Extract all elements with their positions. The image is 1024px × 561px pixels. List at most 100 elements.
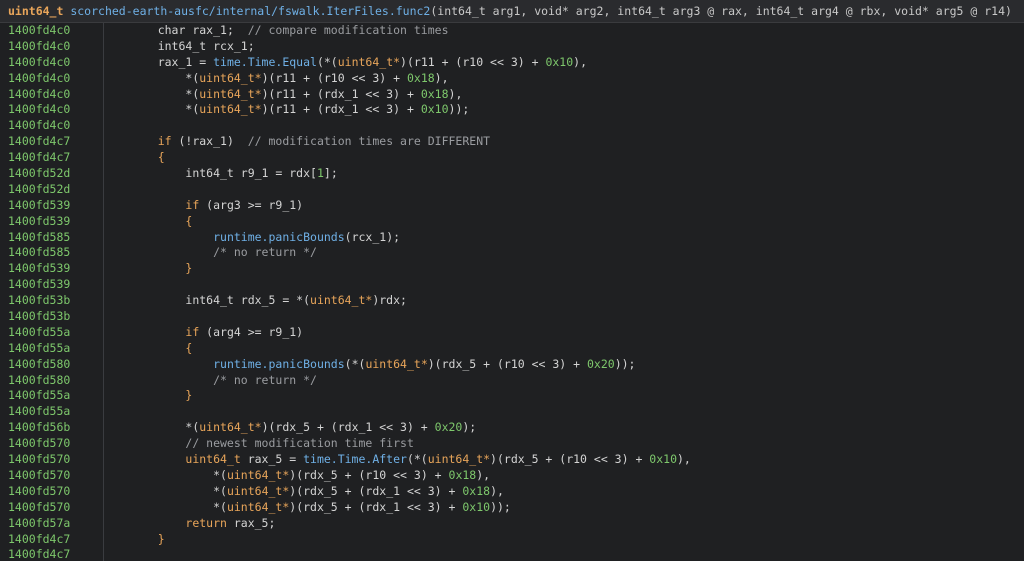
line-code[interactable]: *(uint64_t*)(r11 + (rdx_1 << 3) + 0x10))… — [118, 102, 1024, 118]
code-line[interactable]: 1400fd55a { — [0, 341, 1024, 357]
code-line[interactable]: 1400fd4c0 — [0, 118, 1024, 134]
line-address[interactable]: 1400fd539 — [0, 277, 118, 293]
code-line[interactable]: 1400fd570 // newest modification time fi… — [0, 436, 1024, 452]
line-address[interactable]: 1400fd4c0 — [0, 102, 118, 118]
line-address[interactable]: 1400fd4c0 — [0, 118, 118, 134]
code-line[interactable]: 1400fd580 /* no return */ — [0, 373, 1024, 389]
line-code[interactable]: int64_t r9_1 = rdx[1]; — [118, 166, 1024, 182]
line-address[interactable]: 1400fd55a — [0, 404, 118, 420]
line-address[interactable]: 1400fd57a — [0, 516, 118, 532]
code-line[interactable]: 1400fd580 runtime.panicBounds(*(uint64_t… — [0, 357, 1024, 373]
line-code[interactable]: int64_t rdx_5 = *(uint64_t*)rdx; — [118, 293, 1024, 309]
line-code[interactable]: *(uint64_t*)(rdx_5 + (rdx_1 << 3) + 0x10… — [118, 500, 1024, 516]
line-address[interactable]: 1400fd539 — [0, 261, 118, 277]
line-code[interactable]: { — [118, 341, 1024, 357]
decompiled-code-view[interactable]: 1400fd4c0 char rax_1; // compare modific… — [0, 23, 1024, 561]
line-address[interactable]: 1400fd4c0 — [0, 71, 118, 87]
line-address[interactable]: 1400fd4c0 — [0, 23, 118, 39]
line-code[interactable]: char rax_1; // compare modification time… — [118, 23, 1024, 39]
line-address[interactable]: 1400fd570 — [0, 452, 118, 468]
code-line[interactable]: 1400fd52d — [0, 182, 1024, 198]
line-address[interactable]: 1400fd4c7 — [0, 150, 118, 166]
line-address[interactable]: 1400fd570 — [0, 500, 118, 516]
line-code[interactable]: *(uint64_t*)(r11 + (r10 << 3) + 0x18), — [118, 71, 1024, 87]
code-line[interactable]: 1400fd56b *(uint64_t*)(rdx_5 + (rdx_1 <<… — [0, 420, 1024, 436]
code-line[interactable]: 1400fd539 } — [0, 261, 1024, 277]
line-address[interactable]: 1400fd4c7 — [0, 134, 118, 150]
line-address[interactable]: 1400fd4c0 — [0, 39, 118, 55]
line-code[interactable]: if (arg4 >= r9_1) — [118, 325, 1024, 341]
line-address[interactable]: 1400fd55a — [0, 325, 118, 341]
code-line[interactable]: 1400fd4c7 if (!rax_1) // modification ti… — [0, 134, 1024, 150]
line-code[interactable] — [118, 182, 1024, 198]
line-address[interactable]: 1400fd4c0 — [0, 55, 118, 71]
code-line[interactable]: 1400fd4c0 char rax_1; // compare modific… — [0, 23, 1024, 39]
line-address[interactable]: 1400fd53b — [0, 309, 118, 325]
line-code[interactable]: return rax_5; — [118, 516, 1024, 532]
line-address[interactable]: 1400fd52d — [0, 182, 118, 198]
code-line[interactable]: 1400fd4c0 *(uint64_t*)(r11 + (r10 << 3) … — [0, 71, 1024, 87]
line-code[interactable]: } — [118, 532, 1024, 548]
code-line[interactable]: 1400fd4c7 — [0, 547, 1024, 561]
line-code[interactable]: /* no return */ — [118, 245, 1024, 261]
line-code[interactable] — [118, 118, 1024, 134]
code-line[interactable]: 1400fd4c0 *(uint64_t*)(r11 + (rdx_1 << 3… — [0, 102, 1024, 118]
line-address[interactable]: 1400fd539 — [0, 214, 118, 230]
code-line[interactable]: 1400fd53b — [0, 309, 1024, 325]
code-line[interactable]: 1400fd4c0 int64_t rcx_1; — [0, 39, 1024, 55]
line-address[interactable]: 1400fd580 — [0, 373, 118, 389]
line-address[interactable]: 1400fd570 — [0, 468, 118, 484]
function-name[interactable]: scorched-earth-ausfc/internal/fswalk.Ite… — [70, 4, 430, 18]
line-code[interactable]: runtime.panicBounds(*(uint64_t*)(rdx_5 +… — [118, 357, 1024, 373]
code-line[interactable]: 1400fd570 *(uint64_t*)(rdx_5 + (rdx_1 <<… — [0, 484, 1024, 500]
line-code[interactable]: *(uint64_t*)(rdx_5 + (rdx_1 << 3) + 0x18… — [118, 484, 1024, 500]
line-address[interactable]: 1400fd4c7 — [0, 532, 118, 548]
code-line[interactable]: 1400fd55a } — [0, 388, 1024, 404]
code-line[interactable]: 1400fd4c7 { — [0, 150, 1024, 166]
code-line[interactable]: 1400fd55a — [0, 404, 1024, 420]
code-line[interactable]: 1400fd570 uint64_t rax_5 = time.Time.Aft… — [0, 452, 1024, 468]
line-code[interactable]: } — [118, 388, 1024, 404]
line-address[interactable]: 1400fd539 — [0, 198, 118, 214]
line-code[interactable] — [118, 277, 1024, 293]
line-code[interactable]: int64_t rcx_1; — [118, 39, 1024, 55]
line-address[interactable]: 1400fd53b — [0, 293, 118, 309]
line-code[interactable] — [118, 309, 1024, 325]
line-address[interactable]: 1400fd580 — [0, 357, 118, 373]
line-code[interactable]: { — [118, 150, 1024, 166]
line-code[interactable]: runtime.panicBounds(rcx_1); — [118, 230, 1024, 246]
line-address[interactable]: 1400fd585 — [0, 245, 118, 261]
code-line[interactable]: 1400fd539 if (arg3 >= r9_1) — [0, 198, 1024, 214]
line-address[interactable]: 1400fd55a — [0, 341, 118, 357]
line-code[interactable] — [118, 404, 1024, 420]
line-address[interactable]: 1400fd55a — [0, 388, 118, 404]
code-line[interactable]: 1400fd57a return rax_5; — [0, 516, 1024, 532]
code-line[interactable]: 1400fd539 { — [0, 214, 1024, 230]
line-code[interactable]: *(uint64_t*)(rdx_5 + (r10 << 3) + 0x18), — [118, 468, 1024, 484]
code-line[interactable]: 1400fd570 *(uint64_t*)(rdx_5 + (rdx_1 <<… — [0, 500, 1024, 516]
line-address[interactable]: 1400fd52d — [0, 166, 118, 182]
line-code[interactable]: if (arg3 >= r9_1) — [118, 198, 1024, 214]
line-code[interactable]: *(uint64_t*)(rdx_5 + (rdx_1 << 3) + 0x20… — [118, 420, 1024, 436]
line-code[interactable]: if (!rax_1) // modification times are DI… — [118, 134, 1024, 150]
code-line[interactable]: 1400fd55a if (arg4 >= r9_1) — [0, 325, 1024, 341]
return-type[interactable]: uint64_t — [8, 4, 63, 18]
line-address[interactable]: 1400fd56b — [0, 420, 118, 436]
line-code[interactable]: uint64_t rax_5 = time.Time.After(*(uint6… — [118, 452, 1024, 468]
code-line[interactable]: 1400fd4c7 } — [0, 532, 1024, 548]
code-line[interactable]: 1400fd52d int64_t r9_1 = rdx[1]; — [0, 166, 1024, 182]
line-address[interactable]: 1400fd585 — [0, 230, 118, 246]
line-code[interactable]: *(uint64_t*)(r11 + (rdx_1 << 3) + 0x18), — [118, 87, 1024, 103]
code-line[interactable]: 1400fd4c0 rax_1 = time.Time.Equal(*(uint… — [0, 55, 1024, 71]
line-address[interactable]: 1400fd570 — [0, 484, 118, 500]
line-address[interactable]: 1400fd4c0 — [0, 87, 118, 103]
code-line[interactable]: 1400fd53b int64_t rdx_5 = *(uint64_t*)rd… — [0, 293, 1024, 309]
function-params[interactable]: (int64_t arg1, void* arg2, int64_t arg3 … — [430, 4, 1012, 18]
line-code[interactable] — [118, 547, 1024, 561]
code-line[interactable]: 1400fd585 runtime.panicBounds(rcx_1); — [0, 230, 1024, 246]
line-code[interactable]: } — [118, 261, 1024, 277]
code-line[interactable]: 1400fd4c0 *(uint64_t*)(r11 + (rdx_1 << 3… — [0, 87, 1024, 103]
line-address[interactable]: 1400fd570 — [0, 436, 118, 452]
line-address[interactable]: 1400fd4c7 — [0, 547, 118, 561]
line-code[interactable]: // newest modification time first — [118, 436, 1024, 452]
